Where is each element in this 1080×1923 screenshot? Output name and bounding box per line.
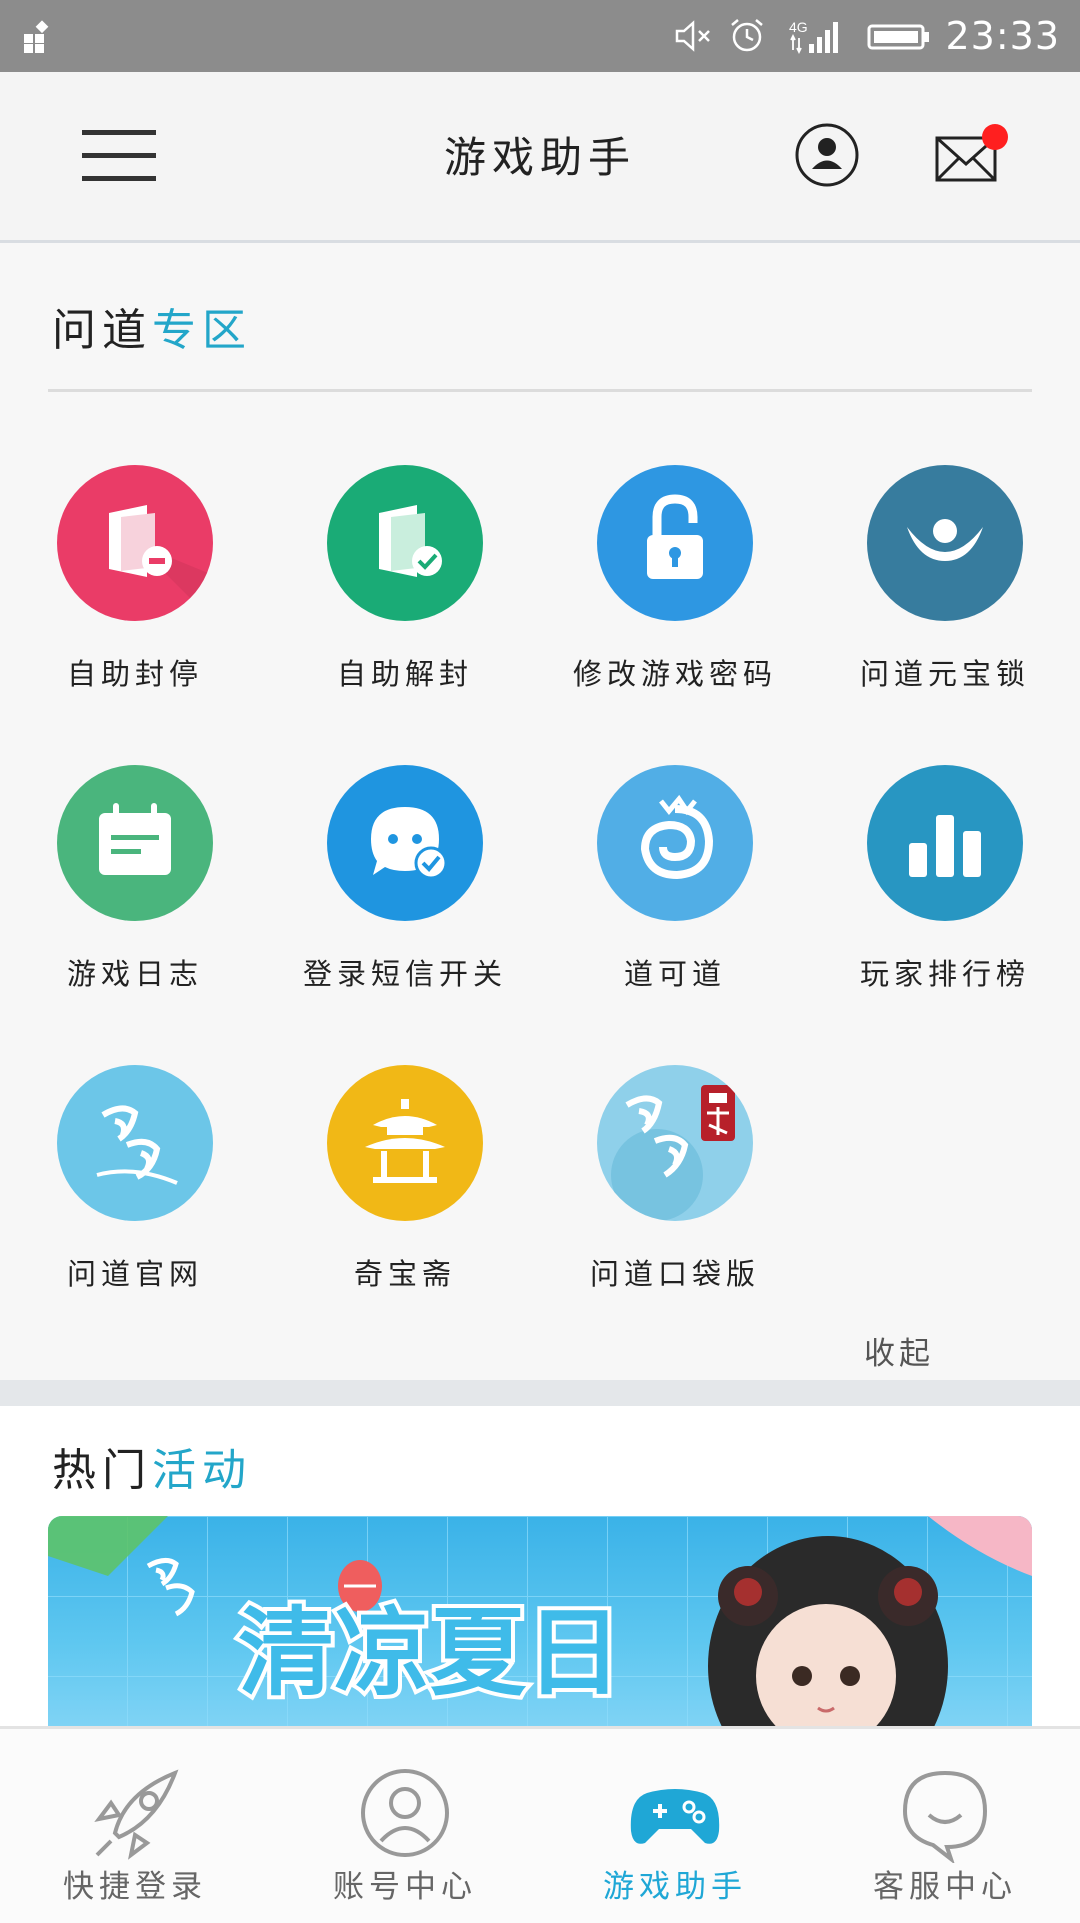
- section-gap: [0, 1380, 1080, 1406]
- mute-icon: [676, 20, 711, 52]
- grid-item-label: 玩家排行榜: [859, 957, 1030, 991]
- signal-icon: 4G: [789, 19, 839, 55]
- nav-label: 客服中心: [873, 1869, 1017, 1905]
- bottom-navigation: 快捷登录 账号中心 游戏助手 客服中心: [0, 1726, 1080, 1923]
- grid-item-self-unban[interactable]: 自助解封: [270, 465, 540, 693]
- svg-text:4G: 4G: [789, 19, 808, 35]
- grid-item-leaderboard[interactable]: 玩家排行榜: [810, 765, 1080, 993]
- grid-item-label: 自助封停: [66, 657, 203, 691]
- rocket-icon: [94, 1769, 179, 1860]
- battery-icon: [867, 24, 930, 50]
- grid-item-self-ban[interactable]: 自助封停: [0, 465, 270, 693]
- nav-tab-customer-service[interactable]: 客服中心: [810, 1729, 1080, 1923]
- app-header: 游戏助手: [0, 72, 1080, 243]
- banner-art: 清凉夏日: [48, 1516, 1032, 1726]
- nav-label: 快捷登录: [63, 1869, 207, 1905]
- banner-title: 清凉夏日: [238, 1597, 622, 1709]
- pavilion-icon: [327, 1065, 483, 1221]
- grid-item-label: 问道元宝锁: [859, 657, 1030, 691]
- user-icon[interactable]: [794, 122, 860, 188]
- grid-item-label: 修改游戏密码: [572, 657, 777, 691]
- grid-item-qibaozhai[interactable]: 奇宝斋: [270, 1065, 540, 1293]
- event-banner[interactable]: 清凉夏日: [48, 1516, 1032, 1726]
- lock-open-icon: [597, 465, 753, 621]
- calendar-icon: [57, 765, 213, 921]
- grid-item-label: 自助解封: [336, 657, 473, 691]
- grid-item-ingot-lock[interactable]: 问道元宝锁: [810, 465, 1080, 693]
- status-bar: 4G 23:33: [0, 0, 1080, 72]
- page-title: 游戏助手: [443, 133, 636, 182]
- ingot-lock-icon: [867, 465, 1023, 621]
- grid-item-label: 道可道: [623, 957, 726, 991]
- grid-item-label: 问道口袋版: [589, 1257, 760, 1291]
- nav-label: 账号中心: [333, 1869, 477, 1905]
- grid-item-daokedao[interactable]: 道可道: [540, 765, 810, 993]
- grid-item-game-log[interactable]: 游戏日志: [0, 765, 270, 993]
- divider: [48, 389, 1032, 392]
- section-title-hot: 热门活动: [52, 1445, 252, 1496]
- grid-item-label: 登录短信开关: [302, 957, 507, 991]
- bar-chart-icon: [867, 765, 1023, 921]
- chat-bubble-icon: [902, 1770, 988, 1863]
- nav-tab-game-assistant[interactable]: 游戏助手: [540, 1729, 810, 1923]
- grid-item-pocket-edition[interactable]: 问道口袋版: [540, 1065, 810, 1293]
- grid-item-official-site[interactable]: 问道官网: [0, 1065, 270, 1293]
- wendao-logo-icon: [57, 1065, 213, 1221]
- grid-item-label: 问道官网: [66, 1257, 203, 1291]
- grid-item-change-password[interactable]: 修改游戏密码: [540, 465, 810, 693]
- wendao-pocket-logo-icon: [597, 1065, 753, 1221]
- chat-check-icon: [327, 765, 483, 921]
- folder-check-icon: [327, 465, 483, 621]
- gamepad-icon: [630, 1789, 720, 1844]
- folder-block-icon: [57, 465, 213, 621]
- nav-tab-quick-login[interactable]: 快捷登录: [0, 1729, 270, 1923]
- collapse-button[interactable]: 收起: [864, 1328, 934, 1373]
- grid-item-sms-toggle[interactable]: 登录短信开关: [270, 765, 540, 993]
- grid-item-label: 奇宝斋: [353, 1257, 456, 1291]
- account-icon: [361, 1769, 449, 1857]
- notification-dot: [982, 124, 1008, 150]
- swirl-logo-icon: [597, 765, 753, 921]
- nav-tab-account-center[interactable]: 账号中心: [270, 1729, 540, 1923]
- clock: 23:33: [945, 14, 1060, 58]
- alarm-icon: [731, 19, 764, 52]
- grid-item-label: 游戏日志: [66, 957, 203, 991]
- section-title-wendao: 问道专区: [52, 305, 252, 356]
- nav-label: 游戏助手: [603, 1869, 747, 1905]
- app-grid-icon: [24, 20, 49, 53]
